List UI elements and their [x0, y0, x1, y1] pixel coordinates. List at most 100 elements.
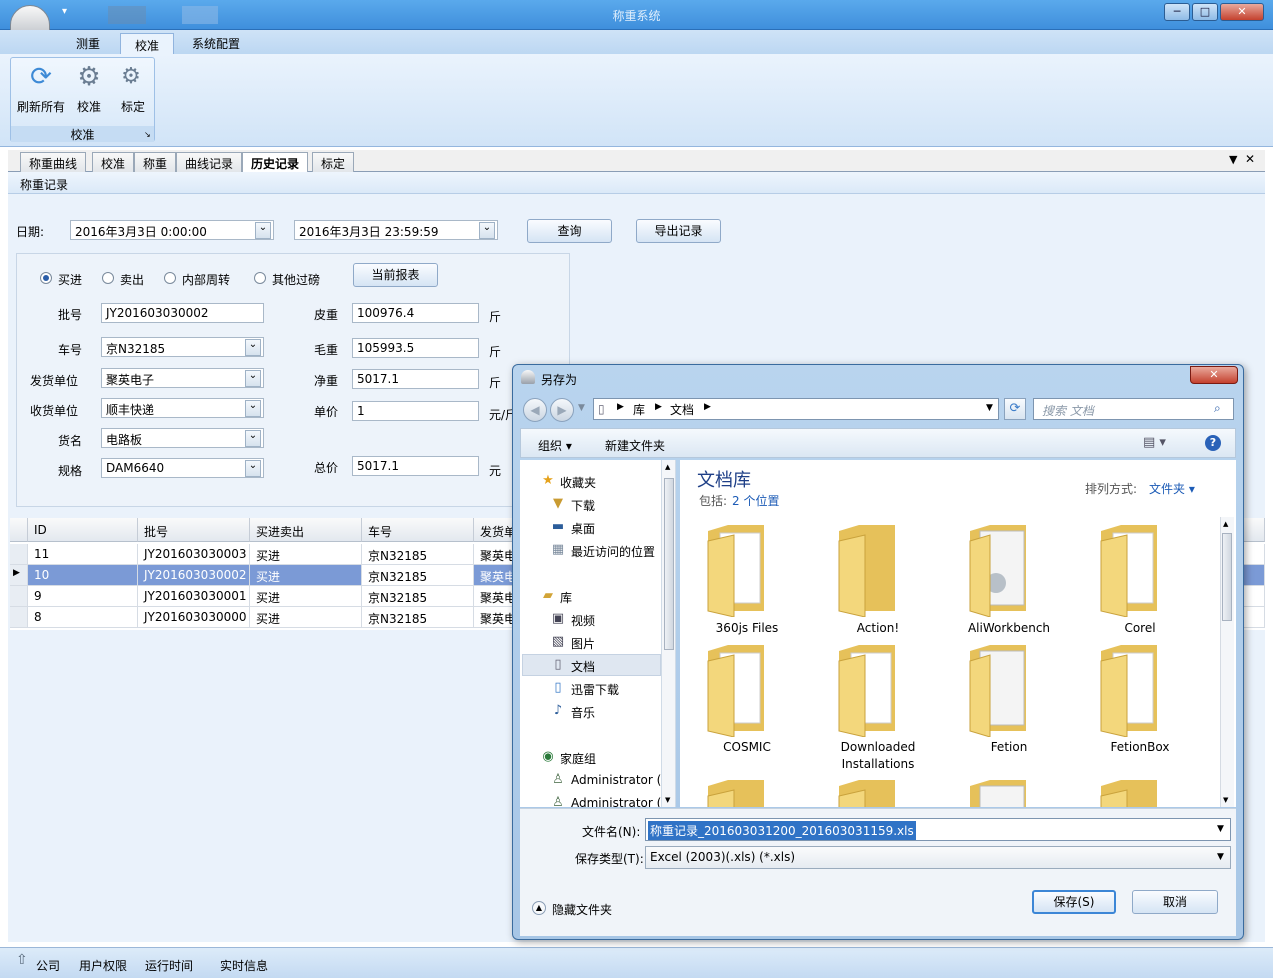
receiver-select[interactable]: 顺丰快递: [101, 398, 264, 418]
cell-id[interactable]: 9: [28, 586, 138, 607]
cell-id[interactable]: 10: [28, 565, 138, 586]
folder-icon[interactable]: [835, 521, 899, 617]
tab-weighing-curve[interactable]: 称重曲线: [20, 152, 87, 172]
folder-corel[interactable]: Corel: [1085, 620, 1195, 637]
row-header[interactable]: [10, 586, 28, 607]
tab-list-dropdown-icon[interactable]: ▼: [1229, 153, 1237, 166]
query-button[interactable]: 查询: [527, 219, 612, 243]
filetype-select[interactable]: Excel (2003)(.xls) (*.xls): [645, 846, 1231, 869]
tab-history[interactable]: 历史记录: [242, 152, 309, 173]
close-button[interactable]: ✕: [1220, 3, 1264, 21]
nav-downloads[interactable]: 下载: [571, 497, 595, 514]
nav-favorites[interactable]: 收藏夹: [560, 474, 596, 491]
refresh-all-button[interactable]: 刷新所有: [14, 98, 68, 115]
folder-icon[interactable]: [835, 641, 899, 737]
radio-sell[interactable]: [102, 272, 114, 284]
nav-libraries[interactable]: 库: [560, 589, 572, 606]
nav-desktop[interactable]: 桌面: [571, 520, 595, 537]
price-field[interactable]: 1: [352, 401, 479, 421]
folder-fetionbox[interactable]: FetionBox: [1085, 739, 1195, 756]
nav-pictures[interactable]: 图片: [571, 635, 595, 652]
help-icon[interactable]: ?: [1205, 435, 1221, 451]
gross-field[interactable]: 105993.5: [352, 338, 479, 358]
scroll-down-icon[interactable]: ▼: [665, 796, 670, 804]
net-field[interactable]: 5017.1: [352, 369, 479, 389]
folder-icon[interactable]: [704, 521, 768, 617]
cell-plate[interactable]: 京N32185: [362, 544, 474, 565]
tab-weighing[interactable]: 称重: [134, 152, 177, 172]
gears-icon[interactable]: ⚙: [116, 62, 146, 92]
nav-recent[interactable]: 最近访问的位置: [571, 543, 655, 560]
cell-id[interactable]: 11: [28, 544, 138, 565]
tab-calibration[interactable]: 校准: [92, 152, 135, 172]
ribbon-tab-config[interactable]: 系统配置: [188, 35, 244, 54]
export-records-button[interactable]: 导出记录: [636, 219, 721, 243]
nav-admin-2[interactable]: Administrator (L: [571, 796, 661, 807]
folder-360js[interactable]: 360js Files: [692, 620, 802, 637]
cell-batch[interactable]: JY201603030002: [138, 565, 250, 586]
hide-folders-toggle[interactable]: 隐藏文件夹: [552, 901, 612, 918]
collapse-icon[interactable]: ▲: [532, 901, 546, 915]
breadcrumb-documents[interactable]: 文档: [670, 401, 694, 418]
tab-close-icon[interactable]: ✕: [1245, 152, 1255, 166]
tab-curve-records[interactable]: 曲线记录: [176, 152, 243, 172]
folder-icon[interactable]: [966, 521, 1030, 617]
folder-icon[interactable]: [704, 641, 768, 737]
tab-standardize[interactable]: 标定: [312, 152, 355, 172]
minimize-button[interactable]: ─: [1164, 3, 1190, 21]
refresh-icon[interactable]: ⟳: [1004, 398, 1026, 420]
folder-downloaded-installations[interactable]: Downloaded Installations: [823, 739, 933, 773]
nav-documents[interactable]: 文档: [571, 658, 595, 675]
history-dropdown-icon[interactable]: ▼: [578, 403, 585, 413]
cell-buy-sell[interactable]: 买进: [250, 565, 362, 586]
spec-select[interactable]: DAM6640: [101, 458, 264, 478]
folder-icon[interactable]: [835, 776, 901, 807]
nav-scroll-thumb[interactable]: [664, 478, 674, 650]
sender-select[interactable]: 聚英电子: [101, 368, 264, 388]
radio-buy[interactable]: [40, 272, 52, 284]
total-field[interactable]: 5017.1: [352, 456, 479, 476]
folder-aliworkbench[interactable]: AliWorkbench: [954, 620, 1064, 637]
nav-videos[interactable]: 视频: [571, 612, 595, 629]
grid-header-id[interactable]: ID: [28, 518, 138, 542]
folder-icon[interactable]: [966, 641, 1030, 737]
cell-batch[interactable]: JY201603030000: [138, 607, 250, 628]
nav-music[interactable]: 音乐: [571, 704, 595, 721]
scroll-down-icon[interactable]: ▼: [1223, 796, 1228, 804]
address-bar[interactable]: [593, 398, 999, 420]
cell-batch[interactable]: JY201603030001: [138, 586, 250, 607]
quick-access-dropdown-icon[interactable]: ▾: [62, 6, 84, 24]
radio-internal[interactable]: [164, 272, 176, 284]
cell-plate[interactable]: 京N32185: [362, 565, 474, 586]
folder-icon[interactable]: [1097, 641, 1161, 737]
save-button[interactable]: 保存(S): [1032, 890, 1116, 914]
cell-id[interactable]: 8: [28, 607, 138, 628]
folder-icon[interactable]: [966, 776, 1032, 807]
grid-header-plate[interactable]: 车号: [362, 518, 474, 542]
radio-other[interactable]: [254, 272, 266, 284]
gear-icon[interactable]: ⚙: [74, 62, 104, 92]
cell-plate[interactable]: 京N32185: [362, 586, 474, 607]
filename-dropdown-icon[interactable]: ▼: [1217, 824, 1224, 834]
cancel-button[interactable]: 取消: [1132, 890, 1218, 914]
grid-header-batch[interactable]: 批号: [138, 518, 250, 542]
maximize-button[interactable]: □: [1192, 3, 1218, 21]
row-header[interactable]: [10, 544, 28, 565]
view-options-icon[interactable]: ▤ ▾: [1143, 435, 1166, 450]
standardize-button[interactable]: 标定: [116, 98, 150, 115]
start-date-picker[interactable]: 2016年3月3日 0:00:00: [70, 220, 274, 240]
scroll-up-icon[interactable]: ▲: [1223, 520, 1228, 528]
includes-link[interactable]: 2 个位置: [732, 492, 779, 509]
folder-cosmic[interactable]: COSMIC: [692, 739, 802, 756]
nav-homegroup[interactable]: 家庭组: [560, 750, 596, 767]
nav-admin-1[interactable]: Administrator (: [571, 773, 661, 787]
refresh-icon[interactable]: ⟳: [26, 62, 56, 92]
current-report-button[interactable]: 当前报表: [353, 263, 438, 287]
ribbon-tab-measure[interactable]: 测重: [72, 35, 104, 54]
filetype-dropdown-icon[interactable]: ▼: [1217, 852, 1224, 862]
arrange-dropdown[interactable]: 文件夹 ▾: [1149, 480, 1195, 497]
cell-buy-sell[interactable]: 买进: [250, 586, 362, 607]
folder-icon[interactable]: [1097, 776, 1163, 807]
folder-fetion[interactable]: Fetion: [954, 739, 1064, 756]
calibrate-button[interactable]: 校准: [72, 98, 106, 115]
